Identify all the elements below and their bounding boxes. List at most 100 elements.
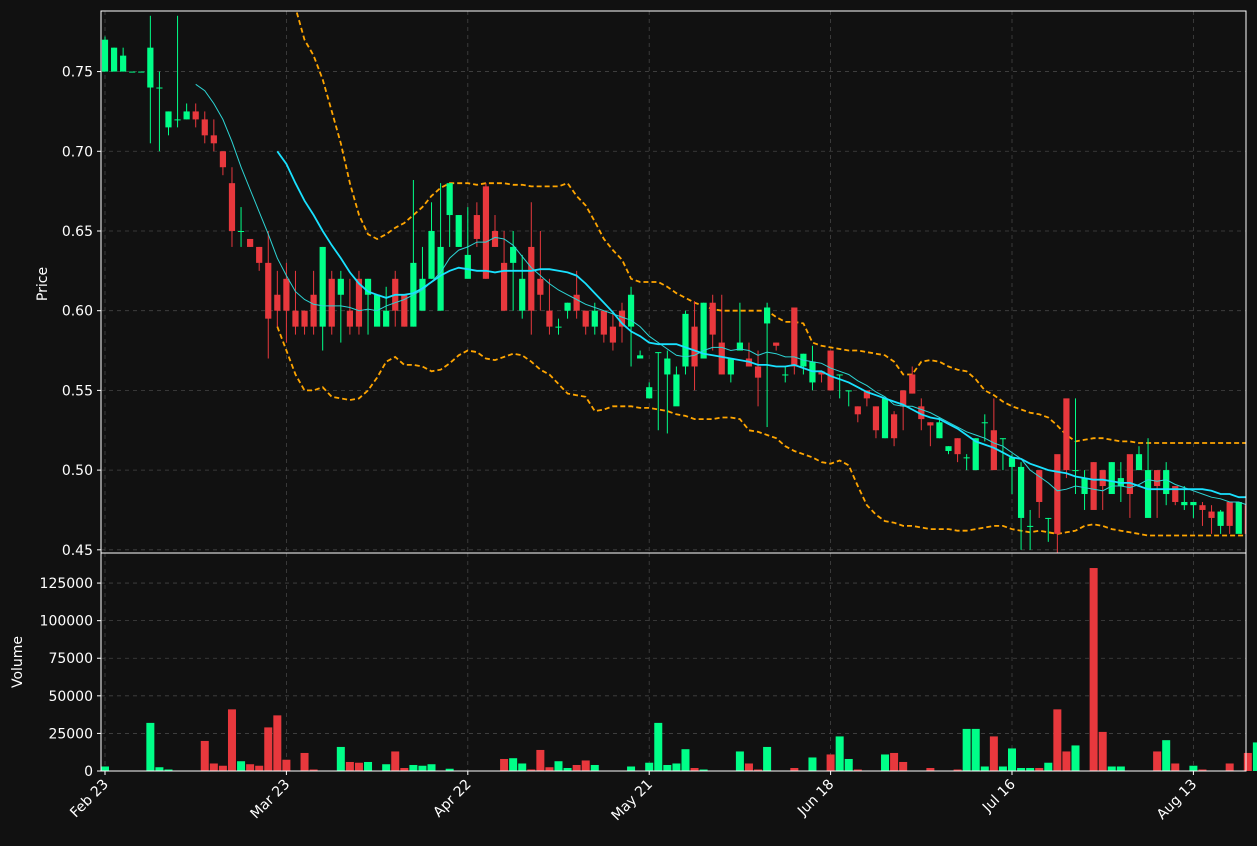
candle-body	[591, 310, 598, 327]
candle-body	[1099, 470, 1106, 487]
price-tick-label: 0.45	[62, 543, 93, 559]
candle-body	[890, 414, 898, 439]
candle-body	[1027, 525, 1034, 527]
volume-bar	[1225, 763, 1234, 771]
volume-bar	[890, 752, 899, 771]
volume-bar	[536, 749, 545, 771]
candle-body	[301, 310, 308, 327]
candle-body	[174, 119, 181, 121]
volume-bar	[336, 746, 345, 771]
candle-body	[963, 457, 970, 459]
volume-bar	[227, 709, 236, 771]
candlestick-chart: 0.45 0.50 0.55 0.60 0.65 0.70 0.75 Price 0 2500…	[0, 0, 1257, 842]
candle-body	[682, 313, 689, 367]
volume-bar	[881, 754, 890, 771]
volume-tick-label: 0	[84, 764, 93, 780]
volume-bar	[980, 766, 989, 771]
volume-tick-label: 125000	[40, 576, 93, 592]
price-tick-label: 0.65	[62, 224, 93, 240]
volume-tick-label: 75000	[48, 651, 93, 667]
candle-body	[1144, 470, 1152, 518]
candle-body	[437, 246, 444, 311]
volume-bar	[246, 764, 255, 771]
candle-body	[945, 446, 952, 451]
volume-bar	[844, 758, 853, 771]
volume-bar	[427, 764, 436, 771]
candle-body	[1008, 457, 1016, 467]
candle-body	[990, 430, 997, 471]
candle-body	[1154, 470, 1161, 487]
volume-bar	[364, 761, 373, 771]
volume-bar	[273, 715, 282, 771]
volume-bar	[391, 751, 400, 771]
candle-body	[147, 47, 154, 88]
candle-body	[428, 230, 435, 279]
candle-body	[219, 151, 227, 168]
volume-bar	[826, 754, 835, 771]
volume-bar	[354, 762, 363, 771]
volume-bar	[835, 736, 844, 771]
candle-body	[573, 294, 580, 311]
volume-bar	[1062, 751, 1071, 771]
price-tick-label: 0.60	[62, 304, 93, 320]
volume-bar	[382, 764, 391, 771]
candle-body	[383, 310, 390, 327]
volume-bar	[998, 766, 1007, 771]
volume-axis-label: Volume	[10, 636, 26, 688]
candle-body	[1135, 454, 1143, 471]
candle-body	[110, 47, 118, 72]
volume-bar	[518, 763, 527, 771]
price-tick-label: 0.70	[62, 144, 93, 160]
candle-body	[446, 183, 453, 216]
candle-body	[274, 294, 281, 311]
volume-bar	[1116, 766, 1125, 771]
volume-bar	[409, 764, 418, 771]
candle-body	[1235, 501, 1242, 534]
volume-bar	[572, 764, 581, 771]
candle-body	[664, 358, 671, 375]
candle-body	[464, 254, 471, 279]
candle-body	[927, 422, 934, 426]
candle-body	[999, 438, 1007, 440]
candle-body	[237, 230, 245, 232]
candle-body	[845, 390, 852, 392]
candle-body	[201, 119, 208, 136]
candle-body	[673, 374, 680, 407]
candle-body	[256, 246, 263, 263]
candle-body	[1181, 501, 1188, 506]
candle-body	[510, 246, 517, 263]
candle-body	[1226, 501, 1233, 526]
candle-body	[346, 310, 353, 327]
candle-body	[909, 374, 916, 394]
volume-bar	[545, 767, 554, 771]
candle-body	[129, 71, 136, 73]
candle-body	[165, 111, 172, 128]
candle-body	[1045, 517, 1052, 519]
candle-body	[1017, 466, 1025, 518]
candle-body	[564, 302, 571, 311]
candle-body	[1208, 511, 1215, 518]
candle-body	[519, 278, 526, 311]
candle-body	[310, 294, 317, 327]
candle-body	[247, 238, 254, 247]
candle-body	[1190, 501, 1197, 506]
volume-bar	[1153, 751, 1162, 771]
candle-body	[1054, 454, 1061, 534]
candle-body	[1072, 470, 1079, 472]
volume-bar	[763, 746, 772, 771]
volume-bar	[971, 728, 980, 771]
candle-body	[528, 246, 535, 311]
volume-bar	[264, 727, 273, 771]
price-tick-label: 0.75	[62, 65, 93, 81]
candle-body	[872, 406, 880, 431]
candle-body	[537, 278, 544, 295]
volume-bar	[1071, 745, 1080, 771]
volume-bar	[218, 765, 227, 771]
volume-bar	[300, 752, 309, 771]
candle-body	[1063, 398, 1070, 471]
volume-bar	[899, 761, 908, 771]
candle-body	[292, 310, 299, 327]
candle-body	[764, 307, 771, 324]
volume-bar	[627, 766, 636, 771]
volume-tick-label: 50000	[48, 689, 93, 705]
